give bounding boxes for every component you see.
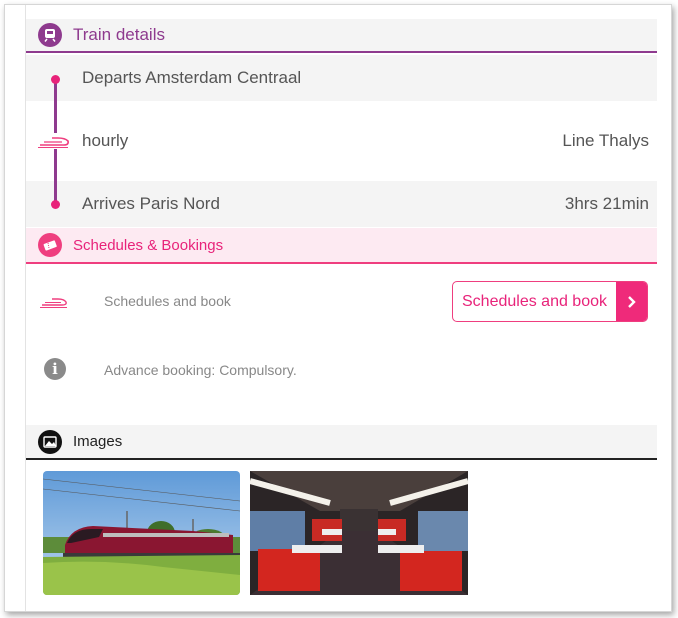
schedules-title: Schedules & Bookings <box>73 236 224 254</box>
schedules-button-label: Schedules and book <box>462 292 607 310</box>
images-header: Images <box>26 425 657 460</box>
departure-dot <box>51 75 60 84</box>
image-icon <box>38 429 62 454</box>
departs-label: Departs Amsterdam Centraal <box>82 68 302 87</box>
schedules-label: Schedules and book <box>104 293 231 309</box>
frequency-value: hourly <box>82 131 129 150</box>
duration-value: 3hrs 21min <box>564 194 649 213</box>
chevron-right-icon <box>616 282 647 321</box>
departs-row: Departs Amsterdam Centraal <box>26 55 657 101</box>
high-speed-train-icon <box>38 133 72 149</box>
train-schedule-icon <box>40 295 70 309</box>
page-frame: Train details Departs Amsterdam Centraal… <box>4 4 672 612</box>
advance-booking-text: Advance booking: Compulsory. <box>104 362 297 378</box>
schedules-and-book-button[interactable]: Schedules and book <box>452 281 648 322</box>
thalys-train-interior-photo[interactable] <box>250 471 468 595</box>
line-value: Line Thalys <box>562 131 649 150</box>
info-icon: i <box>44 358 66 380</box>
images-title: Images <box>73 433 123 450</box>
train-details-title: Train details <box>73 25 165 44</box>
train-details-header: Train details <box>26 19 657 53</box>
train-icon <box>38 23 62 47</box>
arrives-row: Arrives Paris Nord 3hrs 21min <box>26 181 657 227</box>
thalys-train-exterior-photo[interactable] <box>43 471 240 595</box>
arrives-label: Arrives Paris Nord <box>82 194 220 213</box>
content-panel: Train details Departs Amsterdam Centraal… <box>25 5 657 611</box>
schedules-header: Schedules & Bookings <box>26 228 657 264</box>
ticket-icon <box>38 233 62 257</box>
frequency-row: hourly Line Thalys <box>26 101 657 181</box>
arrival-dot <box>51 200 60 209</box>
